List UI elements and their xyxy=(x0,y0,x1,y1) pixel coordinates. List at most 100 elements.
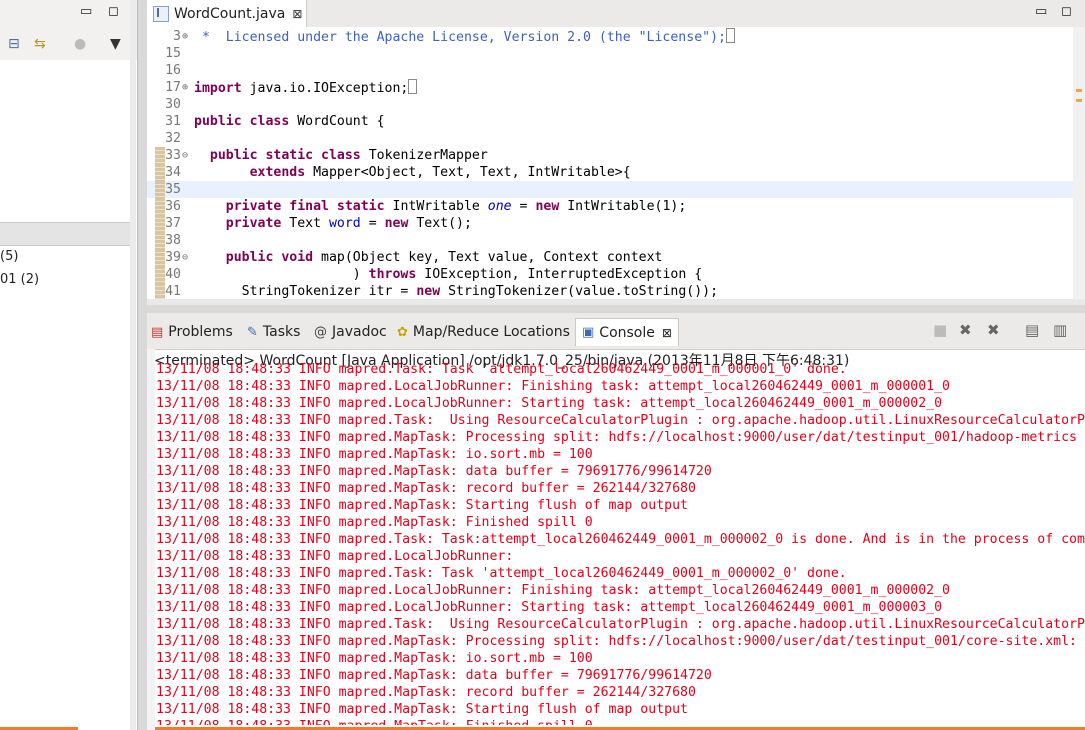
maximize-icon[interactable]: ◻ xyxy=(1061,4,1072,19)
line-number: 35 xyxy=(165,182,181,197)
code-text: import java.io.IOException; xyxy=(194,79,418,97)
fold-icon[interactable]: ⊖ xyxy=(182,249,192,266)
code-text: * Licensed under the Apache License, Ver… xyxy=(194,28,735,46)
tab-label: Tasks xyxy=(262,324,301,340)
tab-label: Console xyxy=(599,324,655,341)
tab-console[interactable]: ▣ Console ⊠ xyxy=(575,318,679,346)
code-line[interactable]: 34 extends Mapper<Object, Text, Text, In… xyxy=(147,164,1085,181)
tab-tasks[interactable]: ✎ Tasks xyxy=(247,320,300,344)
line-number: 31 xyxy=(165,114,181,129)
terminate-icon[interactable]: ■ xyxy=(933,321,947,339)
console-line: 13/11/08 18:48:33 INFO mapred.MapTask: r… xyxy=(156,481,696,496)
line-number: 40 xyxy=(165,267,181,282)
code-text: ) throws IOException, InterruptedExcepti… xyxy=(194,267,703,282)
console-line: 13/11/08 18:48:33 INFO mapred.MapTask: P… xyxy=(156,634,1077,649)
collapse-all-icon[interactable]: ⊟ xyxy=(8,36,20,52)
code-line[interactable]: 31 public class WordCount { xyxy=(147,113,1085,130)
remove-all-terminated-icon[interactable]: ✖ xyxy=(987,321,1000,339)
code-line[interactable]: 35 xyxy=(147,181,1085,198)
console-line: 13/11/08 18:48:33 INFO mapred.MapTask: i… xyxy=(156,651,593,666)
minimize-icon[interactable]: ▭ xyxy=(1035,4,1047,19)
tab-label: Javadoc xyxy=(332,324,387,340)
line-number: 36 xyxy=(165,199,181,214)
code-line[interactable]: 39 ⊖ public void map(Object key, Text val… xyxy=(147,249,1085,266)
scroll-lock-icon[interactable]: ▥ xyxy=(1053,321,1067,339)
javadoc-icon: @ xyxy=(314,324,327,340)
line-number: 30 xyxy=(165,97,181,112)
code-line[interactable]: 30 xyxy=(147,96,1085,113)
line-number: 15 xyxy=(165,46,181,61)
fold-icon[interactable]: ⊕ xyxy=(182,28,192,45)
console-line: 13/11/08 18:48:33 INFO mapred.LocalJobRu… xyxy=(156,600,943,615)
close-icon[interactable]: ⊠ xyxy=(292,7,302,21)
code-text: public class WordCount { xyxy=(194,114,385,129)
line-number: 38 xyxy=(165,233,181,248)
code-area[interactable]: 3 ⊕ * Licensed under the Apache License, … xyxy=(147,28,1085,300)
code-line[interactable]: 36 private final static IntWritable one … xyxy=(147,198,1085,215)
code-text: StringTokenizer itr = new StringTokenize… xyxy=(194,284,719,299)
tab-wordcount-java[interactable]: WordCount.java ⊠ xyxy=(147,0,307,27)
tasks-icon: ✎ xyxy=(247,324,258,340)
line-number: 16 xyxy=(165,63,181,78)
code-line[interactable]: 37 private Text word = new Text(); xyxy=(147,215,1085,232)
line-number: 41 xyxy=(165,284,181,299)
console-line: 13/11/08 18:48:33 INFO mapred.LocalJobRu… xyxy=(156,379,950,394)
console-line: 13/11/08 18:48:33 INFO mapred.Task: Task… xyxy=(156,362,847,377)
code-line[interactable]: 41 StringTokenizer itr = new StringToken… xyxy=(147,283,1085,300)
tree-item[interactable]: 01 (2) xyxy=(0,272,39,287)
code-line[interactable]: 15 xyxy=(147,45,1085,62)
elephant-icon: ✿ xyxy=(397,324,408,340)
link-with-editor-icon[interactable]: ⇆ xyxy=(34,36,46,52)
overview-marker[interactable] xyxy=(1076,99,1082,102)
java-editor: WordCount.java ⊠ ▭ ◻ 3 ⊕ * Licensed under… xyxy=(147,0,1085,305)
editor-horizontal-scrollbar[interactable] xyxy=(147,299,1085,305)
view-menu-icon[interactable]: ▼ xyxy=(110,36,121,52)
clear-console-icon[interactable]: ▤ xyxy=(1025,321,1039,339)
console-line: 13/11/08 18:48:33 INFO mapred.MapTask: F… xyxy=(156,515,593,530)
console-icon: ▣ xyxy=(582,325,595,340)
code-text: private Text word = new Text(); xyxy=(225,216,472,231)
java-file-icon xyxy=(153,5,169,22)
line-number: 34 xyxy=(165,165,181,180)
code-line[interactable]: 3 ⊕ * Licensed under the Apache License, … xyxy=(147,28,1085,45)
console-line: 13/11/08 18:48:33 INFO mapred.MapTask: i… xyxy=(156,447,593,462)
console-left-edge xyxy=(147,349,155,730)
code-line[interactable]: 32 xyxy=(147,130,1085,147)
minimize-icon[interactable]: ▭ xyxy=(80,4,92,19)
code-line[interactable]: 40 ) throws IOException, InterruptedExce… xyxy=(147,266,1085,283)
code-text: extends Mapper<Object, Text, Text, IntWr… xyxy=(249,165,631,180)
line-number: 32 xyxy=(165,131,181,146)
console-line: 13/11/08 18:48:33 INFO mapred.LocalJobRu… xyxy=(156,549,514,564)
editor-tab-title: WordCount.java xyxy=(174,5,286,22)
code-line[interactable]: 17 ⊕ import java.io.IOException; xyxy=(147,79,1085,96)
line-number: 33 xyxy=(165,148,181,163)
console-line: 13/11/08 18:48:33 INFO mapred.MapTask: d… xyxy=(156,464,712,479)
tab-label: Problems xyxy=(168,324,233,340)
code-line[interactable]: 33 ⊖ public static class TokenizerMapper xyxy=(147,147,1085,164)
code-line[interactable]: 38 xyxy=(147,232,1085,249)
tab-map-reduce-locations[interactable]: ✿ Map/Reduce Locations xyxy=(397,320,570,344)
left-scrollbar[interactable] xyxy=(130,0,136,730)
maximize-icon[interactable]: ◻ xyxy=(108,4,119,19)
code-text: private final static IntWritable one = n… xyxy=(225,199,687,214)
overview-marker[interactable] xyxy=(1076,89,1082,92)
tree-item[interactable]: (5) xyxy=(0,249,18,264)
line-number: 3 xyxy=(173,29,181,44)
console-line: 13/11/08 18:48:33 INFO mapred.LocalJobRu… xyxy=(156,396,943,411)
console-panel: ▤ Problems ✎ Tasks @ Javadoc ✿ Map/Reduc… xyxy=(147,313,1085,730)
tab-problems[interactable]: ▤ Problems xyxy=(151,320,233,344)
code-line[interactable]: 16 xyxy=(147,62,1085,79)
editor-overview-ruler[interactable] xyxy=(1073,27,1085,299)
remove-launch-icon[interactable]: ✖ xyxy=(959,321,972,339)
console-line: 13/11/08 18:48:33 INFO mapred.MapTask: d… xyxy=(156,668,712,683)
fold-icon[interactable]: ⊖ xyxy=(182,147,192,164)
tab-javadoc[interactable]: @ Javadoc xyxy=(314,320,387,344)
tree-section-header xyxy=(0,222,130,246)
console-output[interactable]: 13/11/08 18:48:33 INFO mapred.Task: Task… xyxy=(156,361,1085,725)
editor-tab-bar: WordCount.java ⊠ ▭ ◻ xyxy=(147,0,1085,27)
code-text: public void map(Object key, Text value, … xyxy=(225,250,663,265)
line-number: 37 xyxy=(165,216,181,231)
fold-icon[interactable]: ⊕ xyxy=(182,79,192,96)
filter-icon[interactable]: ● xyxy=(74,36,86,52)
close-icon[interactable]: ⊠ xyxy=(662,326,672,340)
